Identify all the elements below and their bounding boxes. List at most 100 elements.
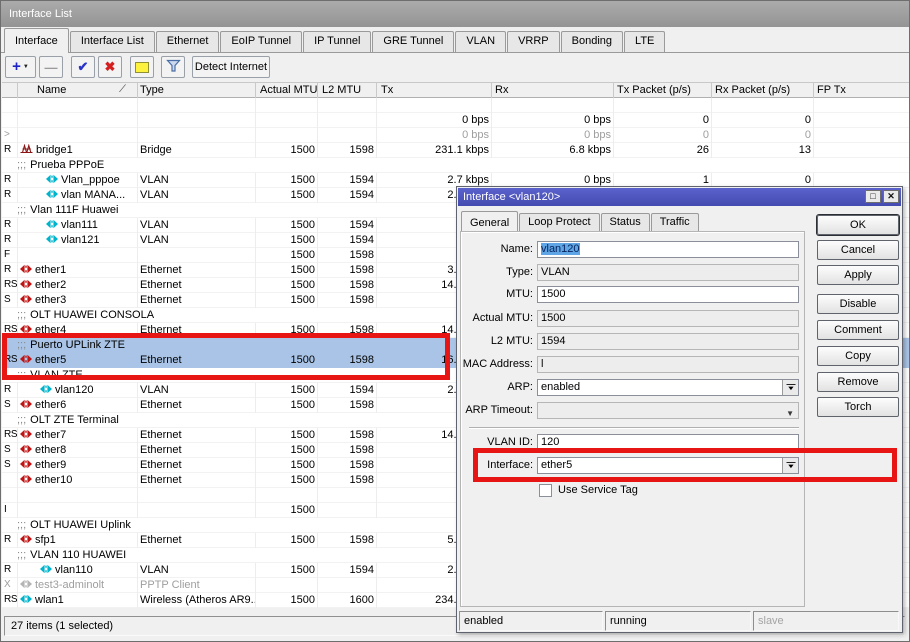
dialog-status-enabled: enabled xyxy=(459,611,603,631)
interface-type: Ethernet xyxy=(137,398,255,413)
dialog-tab-loop-protect[interactable]: Loop Protect xyxy=(519,213,599,232)
filter-button[interactable] xyxy=(161,56,185,78)
row-flag: RS xyxy=(3,428,17,443)
row-flag: I xyxy=(3,503,17,518)
column-header-type[interactable]: Type xyxy=(137,83,255,98)
actual-mtu: 1500 xyxy=(255,188,317,203)
l2-mtu: 1598 xyxy=(317,293,376,308)
tab-interface-list[interactable]: Interface List xyxy=(70,31,155,52)
dialog-tab-general[interactable]: General xyxy=(461,211,518,233)
add-icon: + xyxy=(12,60,21,74)
interface-name xyxy=(17,488,137,503)
actual-mtu: 1500 xyxy=(255,278,317,293)
tab-bonding[interactable]: Bonding xyxy=(561,31,623,52)
column-header-fp-tx[interactable]: FP Tx xyxy=(813,83,910,98)
interface-type xyxy=(137,128,255,143)
tab-ip-tunnel[interactable]: IP Tunnel xyxy=(303,31,371,52)
comment-button[interactable]: Comment xyxy=(817,320,899,340)
cancel-button[interactable]: Cancel xyxy=(817,240,899,260)
table-row[interactable]: >0 bps0 bps000 xyxy=(2,128,909,143)
disable-button[interactable]: ✖ xyxy=(98,56,122,78)
column-header-tx[interactable]: Tx xyxy=(376,83,491,98)
dialog-tab-status[interactable]: Status xyxy=(601,213,650,232)
row-flag xyxy=(3,98,17,113)
ok-button[interactable]: OK xyxy=(817,215,899,235)
tx-rate: 231.1 kbps xyxy=(376,143,491,158)
dialog-titlebar[interactable]: Interface <vlan120> xyxy=(458,188,901,206)
maximize-icon[interactable]: □ xyxy=(865,190,881,203)
column-header-l2-mtu[interactable]: L2 MTU xyxy=(317,83,376,98)
interface-type: VLAN xyxy=(137,173,255,188)
interface-name: vlan120 xyxy=(17,383,137,398)
comment-text: ;;;Prueba PPPoE xyxy=(17,158,909,173)
comment-row[interactable]: ;;;Prueba PPPoE xyxy=(2,158,909,173)
column-header-rx[interactable]: Rx xyxy=(491,83,613,98)
copy-button[interactable]: Copy xyxy=(817,346,899,366)
tab-gre-tunnel[interactable]: GRE Tunnel xyxy=(372,31,454,52)
close-icon[interactable]: ✕ xyxy=(883,190,899,203)
comment-marker: ;;; xyxy=(17,204,26,216)
arp-input[interactable]: enabled▼ xyxy=(537,379,799,396)
l2-mtu: 1600 xyxy=(317,593,376,608)
enable-button[interactable]: ✔ xyxy=(71,56,95,78)
column-header-name[interactable]: Name xyxy=(17,83,137,98)
interface-type: Ethernet xyxy=(137,473,255,488)
interface-list-window: Interface List InterfaceInterface ListEt… xyxy=(0,0,910,642)
add-button[interactable]: +▼ xyxy=(5,56,36,78)
apply-button[interactable]: Apply xyxy=(817,265,899,285)
tab-eoip-tunnel[interactable]: EoIP Tunnel xyxy=(220,31,302,52)
table-row[interactable] xyxy=(2,98,909,113)
tab-interface[interactable]: Interface xyxy=(4,28,69,53)
dropdown-button[interactable]: ▼ xyxy=(782,380,798,395)
tab-ethernet[interactable]: Ethernet xyxy=(156,31,220,52)
actual-mtu: 1500 xyxy=(255,533,317,548)
interface-name: bridge1 xyxy=(17,143,137,158)
mac-address-input[interactable]: l xyxy=(537,356,799,373)
dialog-tab-traffic[interactable]: Traffic xyxy=(651,213,699,232)
name-input[interactable]: vlan120 xyxy=(537,241,799,258)
actual-mtu xyxy=(255,578,317,593)
actual-mtu: 1500 xyxy=(255,428,317,443)
row-flag: R xyxy=(3,533,17,548)
arp-timeout-input[interactable]: ▼ xyxy=(537,402,799,419)
column-header-flags[interactable] xyxy=(3,83,17,98)
comment-button[interactable] xyxy=(130,56,154,78)
column-header-tx-packet-p-s[interactable]: Tx Packet (p/s) xyxy=(613,83,711,98)
interface-type: Ethernet xyxy=(137,293,255,308)
column-header-rx-packet-p-s[interactable]: Rx Packet (p/s) xyxy=(711,83,813,98)
row-flag xyxy=(3,113,17,128)
rx-rate: 0 bps xyxy=(491,128,613,143)
actual-mtu-input[interactable]: 1500 xyxy=(537,310,799,327)
use-service-tag-label: Use Service Tag xyxy=(558,483,638,497)
mtu-input[interactable]: 1500 xyxy=(537,286,799,303)
table-row[interactable]: Rbridge1Bridge15001598231.1 kbps6.8 kbps… xyxy=(2,143,909,158)
tab-vlan[interactable]: VLAN xyxy=(455,31,506,52)
row-flag: S xyxy=(3,293,17,308)
l2-mtu: 1598 xyxy=(317,428,376,443)
row-flag: S xyxy=(3,443,17,458)
interface-type: Wireless (Atheros AR9... xyxy=(137,593,255,608)
l2-mtu-input[interactable]: 1594 xyxy=(537,333,799,350)
torch-button[interactable]: Torch xyxy=(817,397,899,417)
dialog-title: Interface <vlan120> xyxy=(463,191,560,203)
tab-vrrp[interactable]: VRRP xyxy=(507,31,560,52)
table-row[interactable]: 0 bps0 bps000 xyxy=(2,113,909,128)
column-header-actual-mtu[interactable]: Actual MTU xyxy=(255,83,317,98)
disable-button[interactable]: Disable xyxy=(817,294,899,314)
tab-lte[interactable]: LTE xyxy=(624,31,665,52)
actual-mtu: 1500 xyxy=(255,248,317,263)
actual-mtu xyxy=(255,488,317,503)
remove-button[interactable]: Remove xyxy=(817,372,899,392)
l2-mtu-label: L2 MTU: xyxy=(461,333,533,350)
window-titlebar[interactable]: Interface List xyxy=(1,1,909,27)
detect-internet-button[interactable]: Detect Internet xyxy=(192,56,270,78)
l2-mtu: 1598 xyxy=(317,278,376,293)
l2-mtu xyxy=(317,113,376,128)
ethernet-icon xyxy=(20,459,32,473)
arp-label: ARP: xyxy=(461,379,533,396)
use-service-tag-checkbox[interactable] xyxy=(539,484,552,497)
interface-type xyxy=(137,113,255,128)
mac-address-label: MAC Address: xyxy=(461,356,533,373)
remove-button[interactable]: — xyxy=(39,56,63,78)
type-input[interactable]: VLAN xyxy=(537,264,799,281)
